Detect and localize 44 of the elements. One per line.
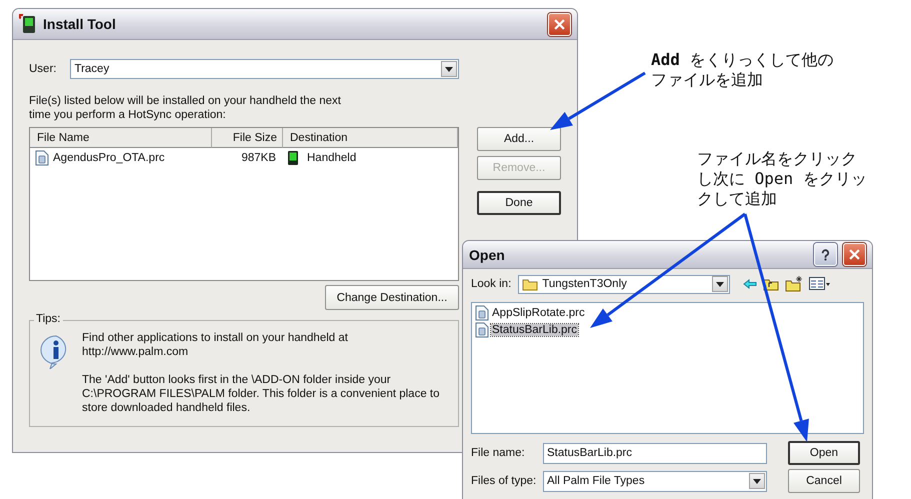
file-icon [475,305,489,321]
file-name-label: File name: [471,447,526,459]
window-title: Open [469,246,506,262]
column-header[interactable]: File Name [30,128,212,148]
open-button[interactable]: Open [788,441,860,465]
destination: Handheld [307,152,356,164]
file-icon [475,322,489,338]
file-name-field[interactable]: StatusBarLib.prc [543,442,767,464]
look-in-dropdown[interactable]: TungstenT3Only [518,274,730,294]
tips-label: Tips: [34,313,62,325]
instruction-text: File(s) listed below will be installed on your handheld the next time you perform a HotSync operation: [29,94,342,122]
done-button[interactable]: Done [477,191,561,215]
back-arrow-icon[interactable] [743,279,758,289]
handheld-icon [19,14,37,34]
cancel-button[interactable]: Cancel [788,469,860,493]
close-icon [554,18,565,30]
view-menu-icon[interactable] [809,277,832,291]
file-icon [35,150,49,166]
folder-icon [522,278,538,290]
change-destination-button[interactable]: Change Destination... [325,285,459,310]
tip-text: The 'Add' button looks first in the \ADD-ON folder inside your C:\PROGRAM FILES\PALM folder. This folder is a convenient place to store downloaded handheld files. [82,373,441,415]
window-title: Install Tool [43,16,117,32]
add-button[interactable]: Add... [477,127,561,151]
user-label: User: [29,63,56,75]
file-name[interactable]: AgendusPro_OTA.prc [53,152,165,164]
close-button[interactable] [843,243,866,266]
file-size: 987KB [241,152,276,164]
tip-text: Find other applications to install on your handheld at http://www.palm.com [82,331,349,359]
column-header[interactable]: Destination [283,128,458,148]
look-in-label: Look in: [471,278,512,290]
annotation-text: ファイル名をクリックし次に Open をクリックして追加 [697,149,868,209]
file-type-label: Files of type: [471,475,538,487]
user-dropdown[interactable]: Tracey [70,59,459,79]
handheld-icon [288,151,298,165]
new-folder-icon[interactable] [785,276,804,292]
help-icon [821,248,830,260]
file-item[interactable]: StatusBarLib.prc [491,324,578,336]
annotation-text: Add をくりっくして他のファイルを追加 [651,50,835,90]
close-button[interactable] [548,12,571,36]
close-icon [849,249,860,260]
help-button[interactable] [814,243,837,266]
column-header[interactable]: File Size [212,128,283,148]
file-type-dropdown[interactable]: All Palm File Types [543,470,767,492]
file-item[interactable]: AppSlipRotate.prc [491,307,586,319]
